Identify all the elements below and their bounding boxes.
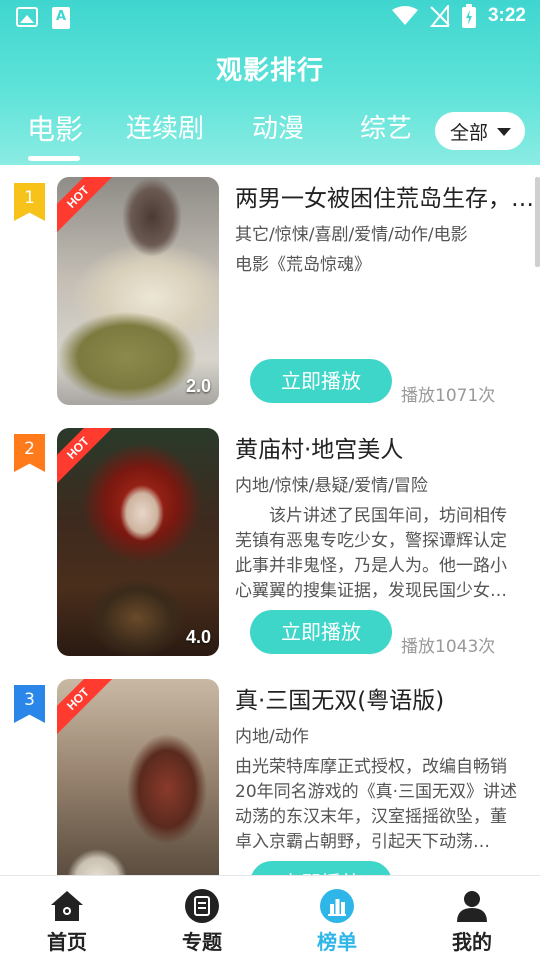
list-item[interactable]: 2 HOT 4.0 黄庙村·地宫美人 内地/惊悚/悬疑/爱情/冒险 该片讲述了民… (0, 416, 540, 667)
item-description: 该片讲述了民国年间，坊间相传芜镇有恶鬼专吃少女，警探谭辉认定此事并非鬼怪，乃是人… (235, 506, 507, 601)
play-count: 播放1043次 (401, 637, 496, 657)
bottom-nav: 首页 专题 榜单 我的 (0, 875, 540, 960)
caret-down-icon (497, 128, 511, 136)
nav-profile[interactable]: 我的 (432, 888, 512, 955)
hot-badge: HOT (57, 679, 117, 738)
nav-label: 首页 (47, 930, 87, 954)
item-title[interactable]: 两男一女被困住荒岛生存，遭遇… (235, 179, 535, 213)
hot-badge: HOT (57, 428, 117, 487)
status-bar: A 3:22 (0, 0, 540, 36)
rank-badge: 2 (14, 434, 45, 472)
item-title[interactable]: 黄庙村·地宫美人 (235, 430, 535, 464)
tab-series[interactable]: 连续剧 (126, 108, 204, 145)
topic-icon (184, 888, 220, 924)
poster-image[interactable]: HOT 2.0 (57, 177, 219, 405)
poster-image[interactable]: HOT 4.0 (57, 428, 219, 656)
item-tags: 内地/动作 (235, 727, 309, 747)
item-title[interactable]: 真·三国无双(粤语版) (235, 681, 535, 715)
nav-label: 专题 (182, 930, 222, 954)
gallery-notification-icon (16, 7, 38, 27)
clock: 3:22 (487, 5, 526, 26)
tab-variety[interactable]: 综艺 (360, 108, 412, 145)
ranking-icon (319, 888, 355, 924)
list-item[interactable]: 3 HOT 真·三国无双(粤语版) 内地/动作 由光荣特库摩正式授权，改编自畅销… (0, 667, 540, 875)
tab-anime[interactable]: 动漫 (252, 108, 304, 145)
item-description: 由光荣特库摩正式授权，改编自畅销20年同名游戏的《真·三国无双》讲述动荡的东汉末… (235, 757, 518, 852)
play-count: 播放1071次 (401, 386, 496, 406)
profile-icon (454, 888, 490, 924)
score-label: 4.0 (185, 627, 211, 647)
nav-home[interactable]: 首页 (27, 888, 107, 955)
filter-label: 全部 (450, 121, 489, 144)
item-tags: 内地/惊悚/悬疑/爱情/冒险 (235, 476, 428, 496)
app-notification-icon: A (52, 7, 70, 29)
item-description: 电影《荒岛惊魂》 (235, 255, 371, 275)
no-signal-icon (429, 5, 450, 27)
nav-label: 我的 (452, 930, 492, 954)
rank-badge: 1 (14, 183, 45, 221)
rank-badge: 3 (14, 685, 45, 723)
play-button[interactable]: 立即播放 (250, 610, 392, 654)
play-button[interactable]: 立即播放 (250, 359, 392, 403)
poster-image[interactable]: HOT (57, 679, 219, 875)
item-tags: 其它/惊悚/喜剧/爱情/动作/电影 (235, 225, 468, 245)
battery-icon (461, 4, 476, 28)
play-button[interactable]: 立即播放 (250, 861, 392, 875)
ranking-list[interactable]: 1 HOT 2.0 两男一女被困住荒岛生存，遭遇… 其它/惊悚/喜剧/爱情/动作… (0, 165, 540, 875)
wifi-icon (391, 6, 418, 25)
nav-ranking[interactable]: 榜单 (297, 888, 377, 955)
active-tab-indicator (28, 156, 80, 161)
nav-topics[interactable]: 专题 (162, 888, 242, 955)
list-item[interactable]: 1 HOT 2.0 两男一女被困住荒岛生存，遭遇… 其它/惊悚/喜剧/爱情/动作… (0, 165, 540, 416)
page-title: 观影排行 (215, 56, 324, 86)
score-label: 2.0 (185, 376, 211, 396)
nav-label: 榜单 (317, 930, 357, 954)
tab-movie[interactable]: 电影 (27, 108, 83, 148)
header: A 3:22 观影排行 电影 连续剧 动漫 综艺 全部 (0, 0, 540, 165)
hot-badge: HOT (57, 177, 117, 236)
home-icon (49, 888, 85, 924)
filter-dropdown[interactable]: 全部 (435, 112, 525, 150)
